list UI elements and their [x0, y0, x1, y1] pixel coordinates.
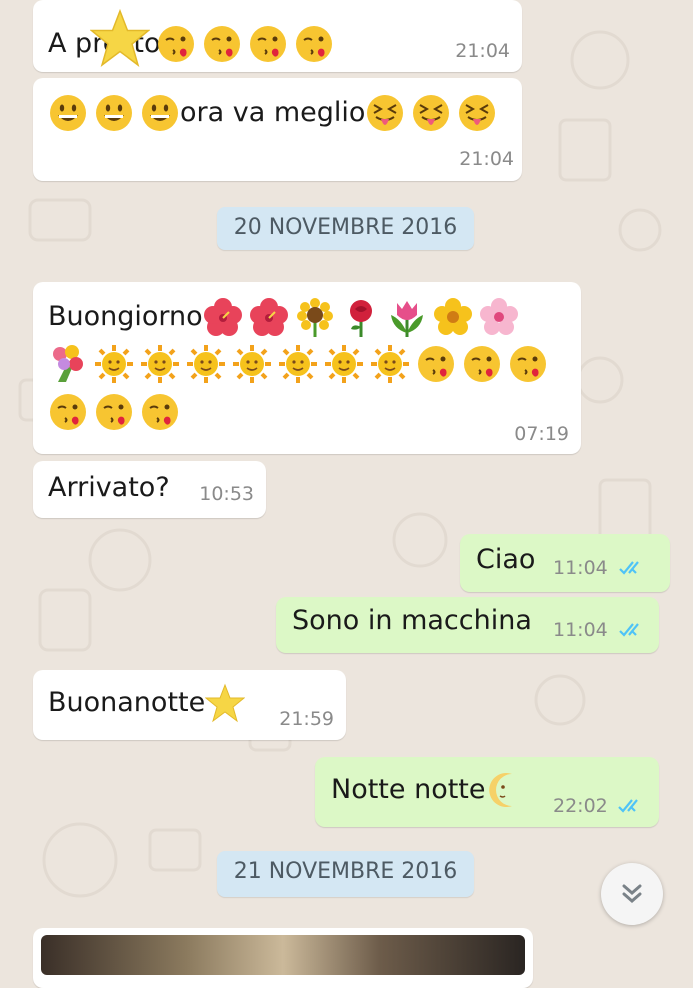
message-text: Arrivato? — [48, 472, 170, 503]
hibiscus-emoji — [203, 297, 243, 337]
squinting-tongue-emoji — [411, 93, 451, 133]
kissing-face-emoji — [48, 392, 88, 432]
sun-with-face-emoji — [94, 344, 134, 384]
kissing-face-emoji — [294, 24, 334, 64]
date-separator: 20 NOVEMBRE 2016 — [217, 207, 474, 250]
kissing-face-emoji — [508, 344, 548, 384]
bouquet-emoji — [48, 344, 88, 384]
sun-with-face-emoji — [140, 344, 180, 384]
message-bubble-incoming[interactable]: Arrivato? 10:53 — [33, 461, 266, 518]
kissing-face-emoji — [156, 24, 196, 64]
read-receipt-icon — [619, 561, 639, 575]
sun-with-face-emoji — [370, 344, 410, 384]
image-message-bubble[interactable] — [33, 928, 533, 988]
kissing-face-emoji — [248, 24, 288, 64]
message-bubble-incoming[interactable]: A presto 21:04 — [33, 0, 522, 72]
message-text: Buonanotte — [48, 687, 206, 718]
read-receipt-icon — [618, 799, 638, 813]
image-thumbnail[interactable] — [41, 935, 525, 975]
message-time: 21:59 — [279, 708, 334, 730]
tulip-emoji — [387, 297, 427, 337]
message-text: Ciao — [476, 544, 536, 575]
message-text: Buongiorno — [48, 301, 203, 332]
squinting-tongue-emoji — [457, 93, 497, 133]
sun-with-face-emoji — [324, 344, 364, 384]
message-bubble-outgoing[interactable]: Sono in macchina 11:04 — [276, 597, 659, 653]
message-bubble-incoming[interactable]: ora va meglio 21:04 — [33, 78, 522, 181]
sun-with-face-emoji — [186, 344, 226, 384]
kissing-face-emoji — [140, 392, 180, 432]
message-text: Notte notte — [331, 774, 486, 805]
read-receipt-icon — [619, 623, 639, 637]
sun-with-face-emoji — [278, 344, 318, 384]
message-text: Sono in macchina — [292, 605, 532, 636]
kissing-face-emoji — [462, 344, 502, 384]
crescent-moon-face-emoji — [486, 770, 526, 810]
message-time: 22:02 — [553, 795, 608, 817]
message-time: 10:53 — [199, 483, 254, 505]
grinning-face-emoji — [140, 93, 180, 133]
message-time: 07:19 — [514, 423, 569, 445]
message-text: ora va meglio — [180, 97, 366, 128]
message-bubble-incoming[interactable]: Buongiorno 07:19 — [33, 282, 581, 454]
kissing-face-emoji — [416, 344, 456, 384]
blossom-emoji — [433, 297, 473, 337]
star-emoji — [90, 8, 151, 68]
grinning-face-emoji — [48, 93, 88, 133]
sun-with-face-emoji — [232, 344, 272, 384]
message-bubble-outgoing[interactable]: Notte notte 22:02 — [315, 757, 659, 827]
message-bubble-incoming[interactable]: Buonanotte 21:59 — [33, 670, 346, 740]
cherry-blossom-emoji — [479, 297, 519, 337]
scroll-to-bottom-button[interactable] — [601, 863, 663, 925]
message-time: 11:04 — [553, 619, 608, 641]
kissing-face-emoji — [94, 392, 134, 432]
sunflower-emoji — [295, 297, 335, 337]
squinting-tongue-emoji — [365, 93, 405, 133]
star-emoji — [205, 683, 246, 723]
grinning-face-emoji — [94, 93, 134, 133]
date-separator: 21 NOVEMBRE 2016 — [217, 851, 474, 897]
message-time: 21:04 — [455, 40, 510, 62]
double-chevron-down-icon — [622, 884, 642, 903]
kissing-face-emoji — [202, 24, 242, 64]
message-time: 21:04 — [459, 148, 514, 170]
hibiscus-emoji — [249, 297, 289, 337]
message-time: 11:04 — [553, 557, 608, 579]
rose-emoji — [341, 297, 381, 337]
message-bubble-outgoing[interactable]: Ciao 11:04 — [460, 534, 670, 592]
